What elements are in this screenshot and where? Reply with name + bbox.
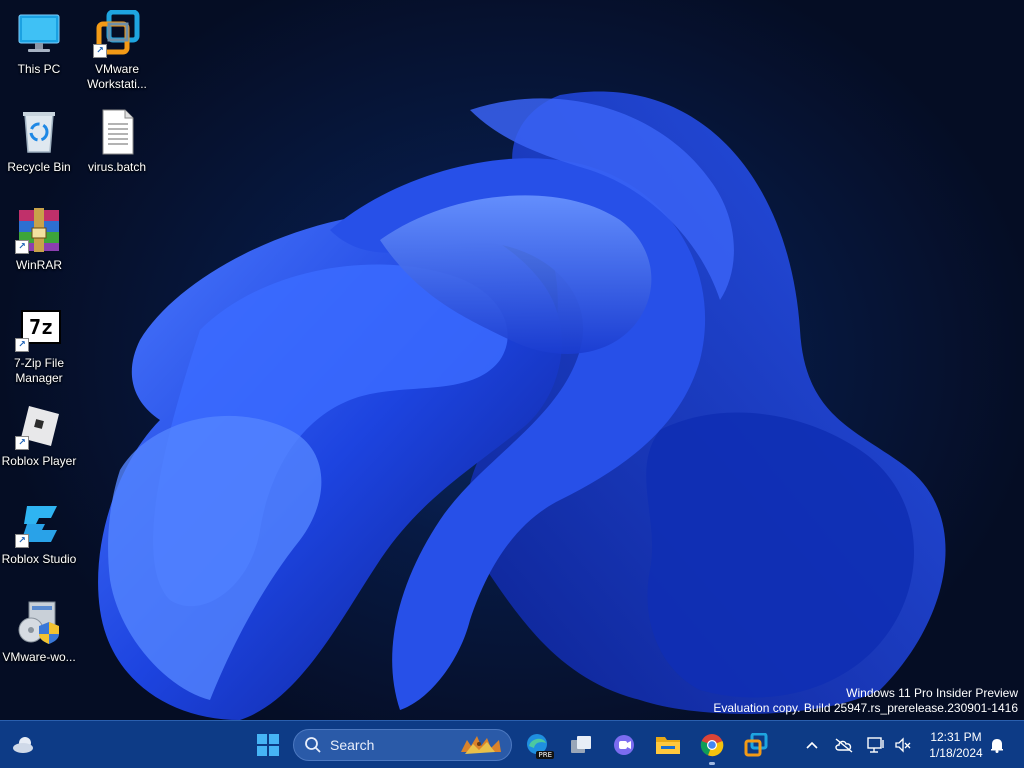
vmware-icon bbox=[744, 733, 768, 757]
desktop-icon-vmware-workstation[interactable]: ↗ VMware Workstati... bbox=[78, 6, 156, 96]
tray-network[interactable] bbox=[862, 729, 890, 761]
taskbar-vmware[interactable] bbox=[740, 729, 772, 761]
icon-label: virus.batch bbox=[87, 160, 147, 174]
volume-muted-icon bbox=[895, 737, 911, 753]
taskbar-edge-preview[interactable]: PRE bbox=[522, 729, 554, 761]
network-icon bbox=[867, 737, 884, 753]
shortcut-arrow-icon: ↗ bbox=[15, 338, 29, 352]
shortcut-arrow-icon: ↗ bbox=[15, 534, 29, 548]
taskbar-file-explorer[interactable] bbox=[652, 729, 684, 761]
search-highlight-icon bbox=[461, 736, 501, 754]
taskbar-task-view[interactable] bbox=[565, 729, 597, 761]
icon-label: VMware Workstati... bbox=[87, 62, 147, 91]
desktop-icon-winrar[interactable]: ↗ WinRAR bbox=[0, 202, 78, 292]
watermark-build: Evaluation copy. Build 25947.rs_prerelea… bbox=[713, 701, 1018, 715]
winrar-icon: ↗ bbox=[15, 206, 63, 254]
notifications-button[interactable] bbox=[986, 729, 1008, 761]
folder-icon bbox=[656, 737, 680, 754]
weather-icon bbox=[13, 737, 33, 753]
chat-icon bbox=[614, 735, 634, 755]
7zip-logo-text: 7z bbox=[28, 315, 54, 339]
chevron-up-icon bbox=[806, 741, 818, 749]
cloud-offline-icon bbox=[835, 738, 853, 753]
tray-volume[interactable] bbox=[890, 729, 916, 761]
taskbar-chat[interactable] bbox=[608, 729, 640, 761]
icon-label: Roblox Studio bbox=[1, 552, 77, 566]
clock-date: 1/18/2024 bbox=[929, 746, 983, 760]
icon-label: Roblox Player bbox=[1, 454, 77, 468]
taskbar: Search PRE 12:31 PM 1/18/2024 bbox=[0, 720, 1024, 768]
shortcut-arrow-icon: ↗ bbox=[15, 240, 29, 254]
vmware-icon: ↗ bbox=[93, 9, 141, 58]
roblox-player-icon: ↗ bbox=[15, 402, 63, 450]
desktop-icon-7zip[interactable]: 7z ↗ 7-Zip File Manager bbox=[0, 300, 78, 390]
desktop-icon-roblox-player[interactable]: ↗ Roblox Player bbox=[0, 398, 78, 488]
windows-logo-icon bbox=[257, 734, 279, 756]
tray-onedrive[interactable] bbox=[830, 729, 858, 761]
shortcut-arrow-icon: ↗ bbox=[93, 44, 107, 58]
icon-label: WinRAR bbox=[15, 258, 62, 272]
desktop: This PC ↗ VMware Workstati... Recycle Bi… bbox=[0, 0, 1024, 720]
bell-icon bbox=[991, 739, 1003, 753]
icon-label: Recycle Bin bbox=[7, 160, 71, 174]
widgets-button[interactable] bbox=[8, 729, 40, 761]
desktop-icon-roblox-studio[interactable]: ↗ Roblox Studio bbox=[0, 496, 78, 586]
taskbar-search-box[interactable]: Search bbox=[293, 729, 512, 761]
search-placeholder: Search bbox=[330, 737, 375, 753]
start-button[interactable] bbox=[252, 729, 284, 761]
recycle-bin-icon bbox=[15, 108, 63, 156]
search-icon bbox=[305, 737, 321, 753]
icon-label: 7-Zip File Manager bbox=[13, 356, 64, 385]
7zip-icon: 7z ↗ bbox=[15, 304, 63, 352]
running-indicator bbox=[709, 762, 715, 765]
roblox-studio-icon: ↗ bbox=[15, 500, 63, 548]
edge-pre-badge: PRE bbox=[536, 751, 554, 759]
desktop-icon-vmware-installer[interactable]: VMware-wo... bbox=[0, 594, 78, 684]
shortcut-arrow-icon: ↗ bbox=[15, 436, 29, 450]
installer-icon bbox=[15, 598, 63, 646]
desktop-icon-this-pc[interactable]: This PC bbox=[0, 6, 78, 96]
tray-overflow-button[interactable] bbox=[798, 729, 826, 761]
icon-label: VMware-wo... bbox=[2, 650, 76, 664]
windows-watermark: Windows 11 Pro Insider Preview Evaluatio… bbox=[713, 686, 1018, 716]
icon-label: This PC bbox=[17, 62, 61, 76]
taskbar-chrome[interactable] bbox=[696, 729, 728, 765]
chrome-icon bbox=[700, 734, 724, 757]
watermark-edition: Windows 11 Pro Insider Preview bbox=[846, 686, 1018, 700]
text-file-icon bbox=[93, 108, 141, 156]
monitor-icon bbox=[15, 10, 63, 58]
desktop-icon-virus-batch[interactable]: virus.batch bbox=[78, 104, 156, 194]
clock-time: 12:31 PM bbox=[930, 730, 982, 744]
task-view-icon bbox=[571, 736, 591, 753]
tray-clock[interactable]: 12:31 PM 1/18/2024 bbox=[922, 729, 990, 761]
desktop-icon-recycle-bin[interactable]: Recycle Bin bbox=[0, 104, 78, 194]
